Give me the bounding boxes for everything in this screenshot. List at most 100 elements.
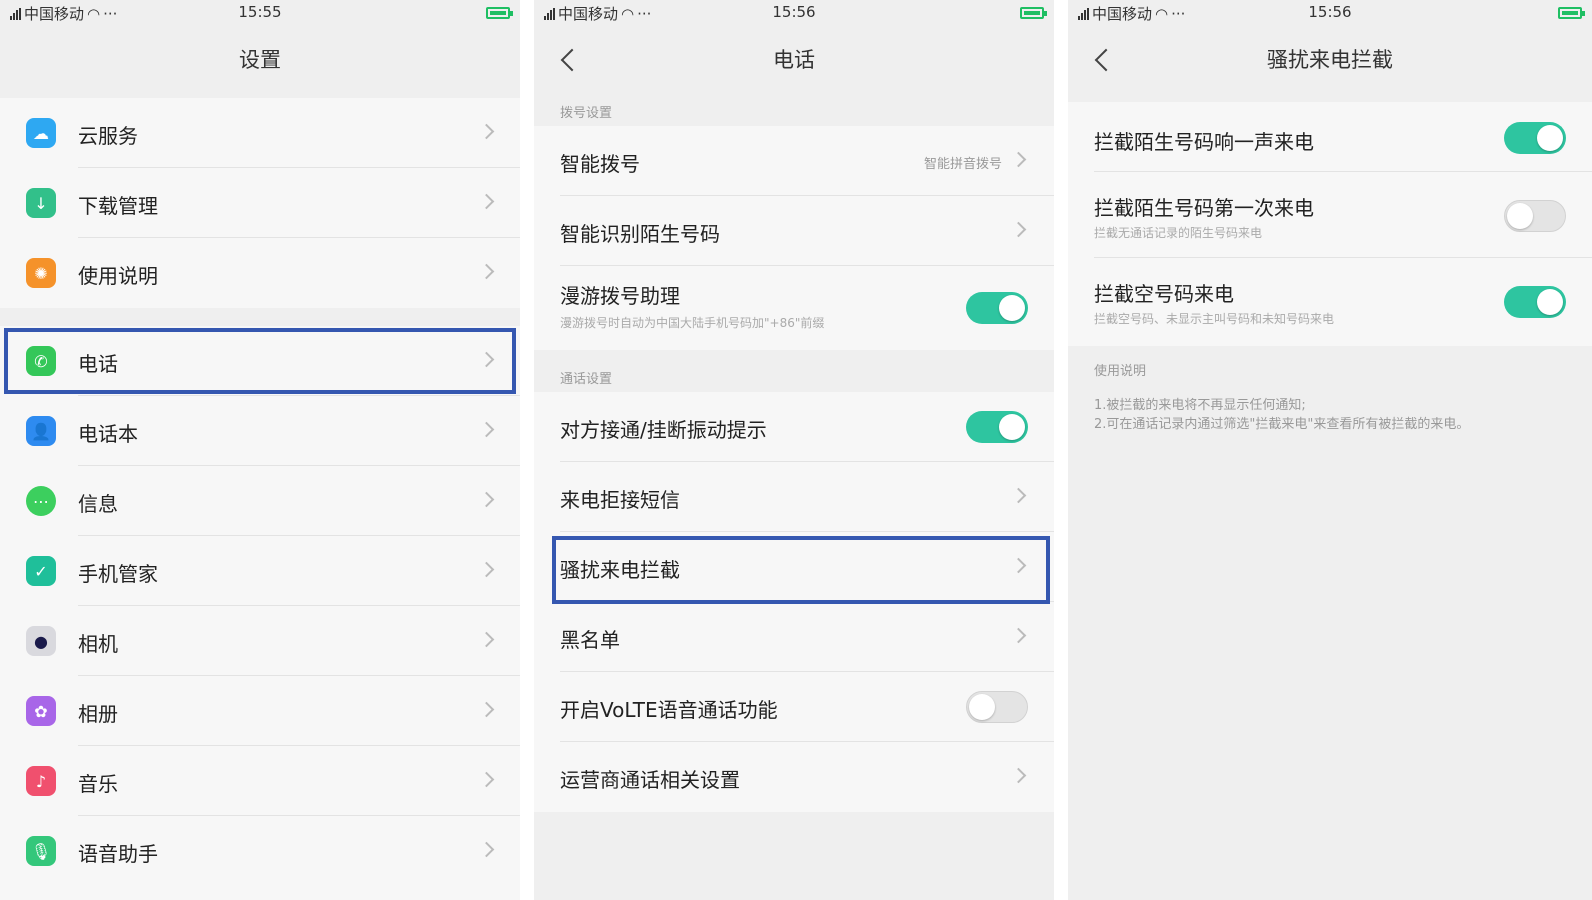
section-header-dialing: 拨号设置	[560, 106, 613, 121]
settings-item-label: 下载管理	[78, 194, 158, 218]
block-first-call-toggle[interactable]	[1504, 200, 1566, 232]
chevron-right-icon	[478, 193, 495, 210]
cloud-icon: ☁	[26, 118, 56, 148]
settings-item-guide[interactable]: ✺ 使用说明	[0, 238, 520, 308]
harassment-block-screen: 中国移动 ◠ ··· 15:56 骚扰来电拦截 拦截陌生号码响一声来电 拦截陌生…	[1068, 0, 1592, 900]
item-subtitle: 拦截空号码、未显示主叫号码和未知号码来电	[1094, 312, 1335, 326]
item-label: 拦截陌生号码响一声来电	[1094, 130, 1314, 154]
item-label: 拦截空号码来电	[1094, 282, 1234, 306]
item-label: 黑名单	[560, 628, 620, 652]
settings-item-phone[interactable]: ✆ 电话	[0, 326, 520, 396]
item-label: 骚扰来电拦截	[560, 558, 680, 582]
chevron-right-icon	[478, 351, 495, 368]
block-settings-group: 拦截陌生号码响一声来电 拦截陌生号码第一次来电 拦截无通话记录的陌生号码来电 拦…	[1068, 102, 1592, 346]
settings-item-music[interactable]: ♪ 音乐	[0, 746, 520, 816]
page-title: 骚扰来电拦截	[1267, 48, 1393, 72]
item-label: 拦截陌生号码第一次来电	[1094, 196, 1314, 220]
settings-item-label: 电话	[78, 352, 118, 376]
gallery-icon: ✿	[26, 696, 56, 726]
settings-item-download[interactable]: ↓ 下载管理	[0, 168, 520, 238]
settings-item-label: 手机管家	[78, 562, 158, 586]
chevron-right-icon	[478, 771, 495, 788]
status-bar: 中国移动 ◠ ··· 15:56	[534, 0, 1054, 26]
usage-note-line-1: 1.被拦截的来电将不再显示任何通知;	[1094, 398, 1306, 413]
settings-item-phone-manager[interactable]: ✓ 手机管家	[0, 536, 520, 606]
page-title: 设置	[239, 48, 281, 72]
item-subtitle: 拦截无通话记录的陌生号码来电	[1094, 226, 1263, 240]
chevron-right-icon	[478, 491, 495, 508]
call-settings-group: 对方接通/挂断振动提示 来电拒接短信 骚扰来电拦截 黑名单 开启VoLTE语音通	[534, 392, 1054, 812]
reject-sms-item[interactable]: 来电拒接短信	[534, 462, 1054, 532]
settings-item-voice-assistant[interactable]: 🎙 语音助手	[0, 816, 520, 886]
smart-identify-item[interactable]: 智能识别陌生号码	[534, 196, 1054, 266]
mic-icon: 🎙	[26, 836, 56, 866]
block-one-ring-toggle[interactable]	[1504, 122, 1566, 154]
vibration-hint-item: 对方接通/挂断振动提示	[534, 392, 1054, 462]
item-label: 运营商通话相关设置	[560, 768, 740, 792]
carrier-settings-item[interactable]: 运营商通话相关设置	[534, 742, 1054, 812]
block-empty-number-toggle[interactable]	[1504, 286, 1566, 318]
settings-item-label: 语音助手	[78, 842, 158, 866]
chevron-right-icon	[478, 123, 495, 140]
section-header-call: 通话设置	[560, 372, 613, 387]
settings-item-contacts[interactable]: 👤 电话本	[0, 396, 520, 466]
settings-item-label: 云服务	[78, 124, 138, 148]
volte-toggle[interactable]	[966, 691, 1028, 723]
settings-item-label: 信息	[78, 492, 118, 516]
harassment-block-item[interactable]: 骚扰来电拦截	[534, 532, 1054, 602]
block-first-call-item: 拦截陌生号码第一次来电 拦截无通话记录的陌生号码来电	[1068, 172, 1592, 258]
chevron-right-icon	[1010, 221, 1027, 238]
dialing-settings-group: 智能拨号 智能拼音拨号 智能识别陌生号码 漫游拨号助理 漫游拨号时自动为中国大陆…	[534, 126, 1054, 350]
chevron-right-icon	[1010, 767, 1027, 784]
nav-bar: 电话	[534, 26, 1054, 94]
message-icon: ⋯	[26, 486, 56, 516]
battery-icon	[1558, 7, 1585, 19]
status-time: 15:55	[238, 3, 282, 21]
roaming-toggle[interactable]	[966, 292, 1028, 324]
battery-icon	[486, 7, 513, 19]
volte-item: 开启VoLTE语音通话功能	[534, 672, 1054, 742]
settings-item-label: 相机	[78, 632, 118, 656]
usage-note-line-2: 2.可在通话记录内通过筛选"拦截来电"来查看所有被拦截的来电。	[1094, 417, 1470, 432]
settings-group-apps: ✆ 电话 👤 电话本 ⋯ 信息 ✓ 手机管家 ● 相机 ✿ 相册 ♪ 音乐 🎙 …	[0, 326, 520, 900]
chevron-right-icon	[1010, 151, 1027, 168]
settings-item-label: 音乐	[78, 772, 118, 796]
chevron-right-icon	[478, 841, 495, 858]
settings-item-messages[interactable]: ⋯ 信息	[0, 466, 520, 536]
settings-item-cloud[interactable]: ☁ 云服务	[0, 98, 520, 168]
chevron-right-icon	[1010, 627, 1027, 644]
chevron-right-icon	[1010, 557, 1027, 574]
page-title: 电话	[773, 48, 815, 72]
status-bar: 中国移动 ◠ ··· 15:56	[1068, 0, 1592, 26]
status-time: 15:56	[772, 3, 816, 21]
block-empty-number-item: 拦截空号码来电 拦截空号码、未显示主叫号码和未知号码来电	[1068, 258, 1592, 346]
item-label: 开启VoLTE语音通话功能	[560, 698, 778, 722]
blacklist-item[interactable]: 黑名单	[534, 602, 1054, 672]
status-time: 15:56	[1308, 3, 1352, 21]
chevron-right-icon	[1010, 487, 1027, 504]
item-label: 智能识别陌生号码	[560, 222, 720, 246]
settings-item-camera[interactable]: ● 相机	[0, 606, 520, 676]
item-label: 漫游拨号助理	[560, 284, 680, 308]
chevron-right-icon	[478, 263, 495, 280]
item-label: 对方接通/挂断振动提示	[560, 418, 767, 442]
block-one-ring-item: 拦截陌生号码响一声来电	[1068, 102, 1592, 172]
download-icon: ↓	[26, 188, 56, 218]
settings-item-label: 电话本	[78, 422, 138, 446]
roaming-assistant-item: 漫游拨号助理 漫游拨号时自动为中国大陆手机号码加"+86"前缀	[534, 266, 1054, 350]
chevron-right-icon	[478, 421, 495, 438]
smart-dial-item[interactable]: 智能拨号 智能拼音拨号	[534, 126, 1054, 196]
vibration-toggle[interactable]	[966, 411, 1028, 443]
settings-item-gallery[interactable]: ✿ 相册	[0, 676, 520, 746]
settings-item-label: 使用说明	[78, 264, 158, 288]
settings-group-system: ☁ 云服务 ↓ 下载管理 ✺ 使用说明	[0, 98, 520, 308]
item-value: 智能拼音拨号	[923, 157, 1002, 172]
chevron-right-icon	[478, 701, 495, 718]
item-label: 来电拒接短信	[560, 488, 680, 512]
contacts-icon: 👤	[26, 416, 56, 446]
phone-settings-screen: 中国移动 ◠ ··· 15:56 电话 拨号设置 智能拨号 智能拼音拨号 智能识…	[534, 0, 1054, 900]
settings-item-label: 相册	[78, 702, 118, 726]
chevron-right-icon	[478, 631, 495, 648]
bulb-icon: ✺	[26, 258, 56, 288]
nav-bar: 设置	[0, 26, 520, 94]
